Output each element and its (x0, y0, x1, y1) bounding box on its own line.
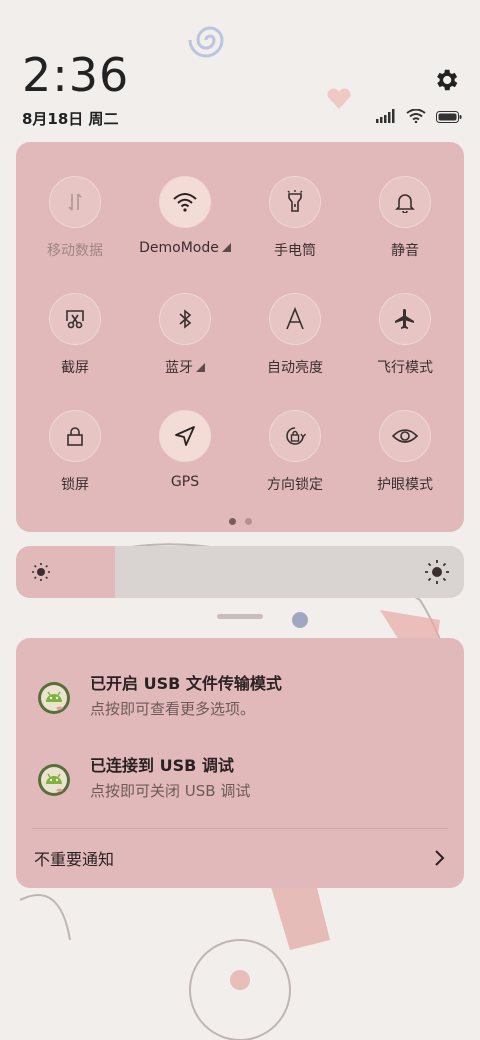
tile-auto-brightness[interactable]: 自动亮度 (240, 293, 350, 377)
tile-lock-screen[interactable]: 锁屏 (20, 410, 130, 494)
notification-subtitle: 点按即可关闭 USB 调试 (90, 782, 251, 800)
tile-rotation-lock[interactable]: 方向锁定 (240, 410, 350, 494)
tile-wifi[interactable]: DemoMode (130, 176, 240, 256)
airplane-icon (379, 293, 431, 345)
cellular-signal-icon (376, 108, 396, 127)
tile-label: 手电筒 (274, 243, 316, 259)
android-usb-icon (36, 680, 72, 716)
brightness-slider[interactable] (16, 546, 464, 598)
wifi-status-icon (406, 108, 426, 127)
flashlight-icon (269, 176, 321, 228)
tile-label: 移动数据 (47, 243, 103, 259)
page-dot[interactable] (244, 518, 252, 525)
screenshot-icon (49, 293, 101, 345)
android-usb-icon (36, 762, 72, 798)
bell-icon (379, 176, 431, 228)
page-indicator (16, 518, 464, 525)
page-dot-active[interactable] (228, 518, 236, 525)
tile-silent[interactable]: 静音 (350, 176, 460, 260)
tile-gps[interactable]: GPS (130, 410, 240, 490)
panel-drag-handle[interactable] (217, 614, 263, 619)
chevron-right-icon (434, 848, 446, 872)
dropdown-triangle-icon (221, 243, 231, 252)
brightness-low-icon (30, 561, 52, 587)
unimportant-notifications-label: 不重要通知 (34, 850, 115, 869)
brightness-high-icon (424, 559, 450, 589)
tile-label: 飞行模式 (377, 360, 433, 376)
unimportant-notifications-row[interactable]: 不重要通知 (16, 836, 464, 882)
battery-icon (436, 108, 462, 127)
mobile-data-icon (49, 176, 101, 228)
notification-usb-debugging[interactable]: 已连接到 USB 调试 点按即可关闭 USB 调试 (16, 752, 464, 812)
tile-label: 锁屏 (61, 477, 89, 493)
quick-settings-panel: 移动数据 DemoMode 手电筒 静音 截屏 蓝牙 自动亮度 飞行模式 锁屏 … (16, 142, 464, 532)
tile-label: 护眼模式 (377, 477, 433, 493)
dropdown-triangle-icon (196, 363, 205, 372)
tile-mobile-data[interactable]: 移动数据 (20, 176, 130, 260)
background-doodle (180, 10, 240, 70)
clock-time[interactable]: 2:36 (22, 48, 129, 102)
notification-title: 已开启 USB 文件传输模式 (90, 674, 282, 693)
tile-label: GPS (170, 474, 200, 490)
wifi-icon (159, 176, 211, 228)
notification-panel: 已开启 USB 文件传输模式 点按即可查看更多选项。 已连接到 USB 调试 点… (16, 638, 464, 888)
tile-label: 截屏 (61, 360, 89, 376)
tile-label: DemoMode (130, 240, 240, 256)
location-arrow-icon (159, 410, 211, 462)
notification-subtitle: 点按即可查看更多选项。 (90, 700, 256, 718)
bluetooth-icon (159, 293, 211, 345)
settings-gear-icon[interactable] (432, 66, 460, 94)
lock-icon (49, 410, 101, 462)
date-label[interactable]: 8月18日 周二 (22, 108, 119, 129)
tile-label: 方向锁定 (267, 477, 323, 493)
tile-airplane[interactable]: 飞行模式 (350, 293, 460, 377)
tile-eye-care[interactable]: 护眼模式 (350, 410, 460, 494)
tile-bluetooth[interactable]: 蓝牙 (130, 293, 240, 377)
divider (32, 828, 448, 829)
tile-label: 自动亮度 (267, 360, 323, 376)
tile-screenshot[interactable]: 截屏 (20, 293, 130, 377)
tile-label: 静音 (391, 243, 419, 259)
heart-doodle (326, 88, 352, 110)
auto-brightness-icon (269, 293, 321, 345)
tile-label: 蓝牙 (130, 357, 240, 377)
eye-icon (379, 410, 431, 462)
notification-title: 已连接到 USB 调试 (90, 756, 234, 775)
tile-flashlight[interactable]: 手电筒 (240, 176, 350, 260)
notification-usb-file-transfer[interactable]: 已开启 USB 文件传输模式 点按即可查看更多选项。 (16, 670, 464, 730)
rotation-lock-icon (269, 410, 321, 462)
status-icons (376, 108, 462, 127)
